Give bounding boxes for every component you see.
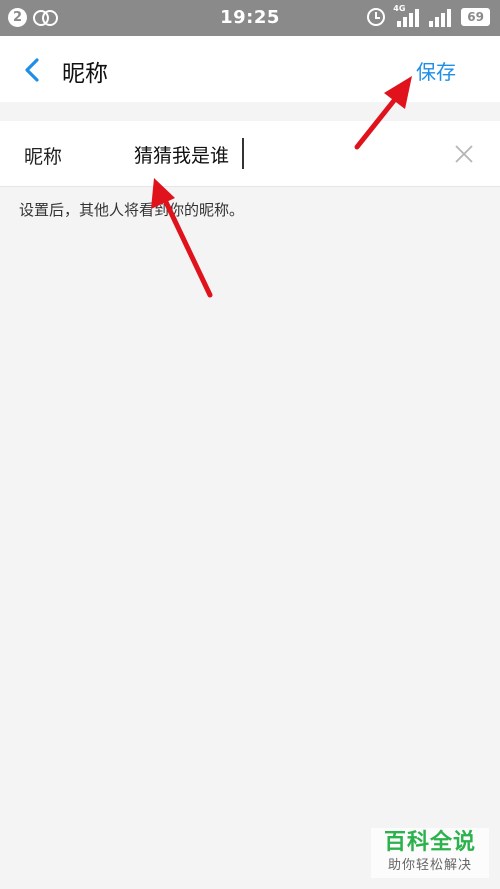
- save-button[interactable]: 保存: [416, 56, 456, 85]
- watermark-title: 百科全说: [383, 830, 476, 855]
- nickname-input[interactable]: [134, 137, 424, 171]
- nav-bar: 昵称 保存: [0, 36, 500, 102]
- chevron-left-icon[interactable]: [22, 58, 42, 82]
- status-bar: 2 19:25 4G 69: [0, 0, 500, 36]
- signal-icon: 4G: [393, 4, 420, 27]
- battery-icon: 69: [461, 8, 490, 26]
- status-right: 4G 69: [367, 4, 490, 27]
- page-title: 昵称: [62, 61, 108, 87]
- nickname-hint: 设置后，其他人将看到你的昵称。: [19, 201, 245, 219]
- text-caret: [242, 138, 244, 169]
- signal-icon-2: [427, 7, 453, 27]
- nickname-label: 昵称: [24, 146, 63, 168]
- network-label: 4G: [393, 4, 406, 13]
- watermark-subtitle: 助你轻松解决: [387, 858, 472, 873]
- close-icon[interactable]: [455, 145, 473, 163]
- arrow-to-input: [151, 178, 213, 298]
- alarm-icon: [367, 8, 386, 26]
- nickname-row: 昵称: [0, 121, 500, 187]
- watermark: 百科全说 助你轻松解决: [371, 828, 489, 878]
